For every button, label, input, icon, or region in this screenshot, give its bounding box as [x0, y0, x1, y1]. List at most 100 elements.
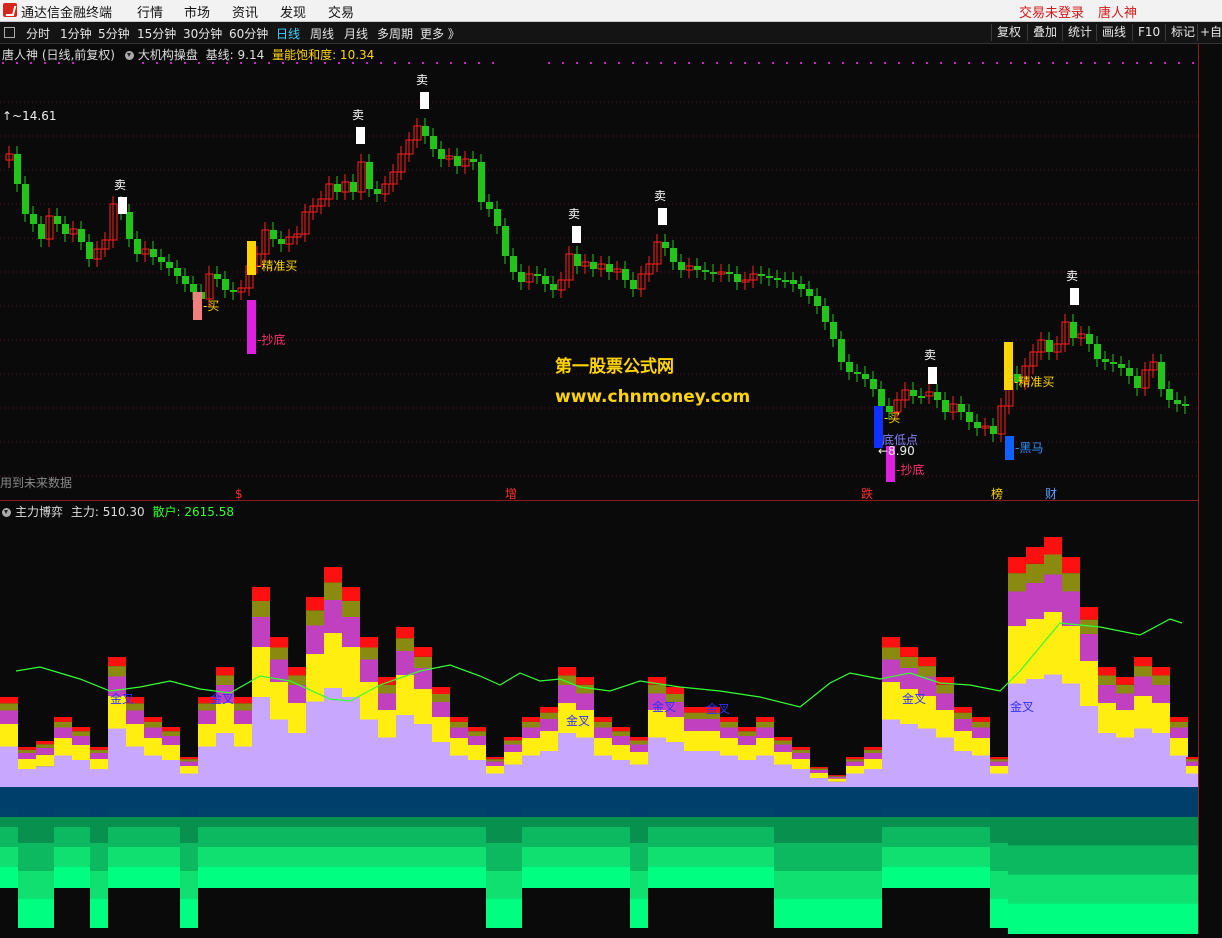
period-30min[interactable]: 30分钟 — [183, 25, 222, 42]
main-force-bar — [234, 724, 252, 747]
dropdown-circle-icon[interactable] — [2, 508, 11, 517]
event-marker: 跌 — [861, 486, 873, 500]
sell-signal-bar — [1070, 288, 1079, 305]
main-force-bar — [954, 719, 972, 731]
main-force-bar — [1152, 733, 1170, 787]
dropdown-circle-icon[interactable] — [124, 51, 134, 60]
precise-buy-label: -精准买 — [1014, 375, 1054, 389]
main-force-bar — [18, 759, 36, 769]
overlay-button[interactable]: 叠加 — [1027, 24, 1062, 41]
main-force-bar — [414, 668, 432, 689]
candle-body — [806, 289, 813, 296]
main-force-bar — [576, 737, 594, 787]
window-icon[interactable] — [4, 27, 15, 38]
main-force-bar — [846, 766, 864, 774]
retail-bar — [918, 847, 936, 868]
retail-bar — [882, 867, 900, 888]
main-force-bar — [774, 752, 792, 765]
candle-body — [790, 280, 797, 284]
period-multi[interactable]: 多周期 — [377, 25, 413, 42]
main-force-bar — [738, 731, 756, 736]
main-force-bar — [504, 737, 522, 741]
main-force-bar — [54, 755, 72, 787]
main-force-bar — [378, 737, 396, 787]
main-force-bar — [1116, 693, 1134, 710]
retail-bar — [738, 847, 756, 868]
top-dot — [954, 62, 956, 64]
candle-body — [486, 202, 493, 209]
retail-bar — [522, 847, 540, 868]
candle-body — [870, 379, 877, 389]
retail-bar — [774, 899, 792, 928]
period-1min[interactable]: 1分钟 — [60, 25, 92, 42]
main-force-bar — [0, 724, 18, 747]
candle-body — [550, 284, 557, 290]
menu-item-discover[interactable]: 发现 — [280, 2, 306, 21]
menu-bar: 通达信金融终端 行情 市场 资讯 发现 交易 交易未登录 唐人神 — [0, 0, 1222, 22]
logo-icon — [3, 3, 17, 17]
indicator-name[interactable]: 大机构操盘 — [138, 48, 198, 62]
main-force-bar — [306, 654, 324, 702]
trade-login-status[interactable]: 交易未登录 — [1019, 2, 1084, 21]
main-force-bar — [72, 736, 90, 745]
main-force-bar — [810, 767, 828, 769]
main-force-bar — [540, 712, 558, 719]
main-force-bar — [1152, 685, 1170, 703]
main-force-bar — [1044, 574, 1062, 612]
main-force-bar — [144, 727, 162, 738]
main-force-bar — [1008, 557, 1026, 574]
f10-button[interactable]: F10 — [1132, 24, 1165, 41]
main-force-bar — [900, 647, 918, 657]
restore-rights-button[interactable]: 复权 — [991, 24, 1026, 41]
sub-indicator-name[interactable]: 主力博弈 — [15, 505, 63, 519]
main-force-canvas[interactable]: 金叉 金叉金叉金叉 金叉金叉金叉 — [0, 501, 1204, 934]
mark-button[interactable]: 标记 — [1165, 24, 1200, 41]
top-dot — [968, 62, 970, 64]
candle-body — [150, 249, 157, 257]
user-name[interactable]: 唐人神 — [1098, 2, 1137, 21]
period-more[interactable]: 更多 》 — [420, 25, 460, 42]
top-dot — [436, 62, 438, 64]
retail-bar — [1134, 874, 1152, 905]
menu-item-trade[interactable]: 交易 — [328, 2, 354, 21]
period-15min[interactable]: 15分钟 — [137, 25, 176, 42]
candle-body — [702, 270, 709, 272]
main-force-bar — [954, 731, 972, 751]
candle-body — [478, 162, 485, 202]
candlestick-chart[interactable]: 卖卖卖卖卖卖卖 -买 -精准买 -抄底 -买 底低点 -抄底 -精准买 -黑马 ↑~14.61 ←8… — [0, 44, 1198, 501]
period-weekly[interactable]: 周线 — [310, 25, 334, 42]
custom-button[interactable]: +自 — [1197, 24, 1222, 41]
main-force-bar — [684, 707, 702, 713]
retail-bar — [306, 867, 324, 888]
main-force-bar — [54, 727, 72, 738]
main-force-bar — [72, 727, 90, 732]
main-force-bar — [504, 740, 522, 745]
menu-item-market[interactable]: 市场 — [184, 2, 210, 21]
retail-bar — [0, 827, 18, 848]
retail-bar — [1026, 816, 1044, 847]
main-force-bar — [1152, 667, 1170, 676]
period-60min[interactable]: 60分钟 — [229, 25, 268, 42]
menu-item-news[interactable]: 资讯 — [232, 2, 258, 21]
retail-bar — [36, 899, 54, 928]
period-daily[interactable]: 日线 — [276, 25, 300, 42]
period-intraday[interactable]: 分时 — [26, 25, 50, 42]
main-force-bar — [234, 710, 252, 724]
retail-bar — [1008, 903, 1026, 934]
main-force-bar — [270, 682, 288, 720]
retail-bar — [18, 871, 36, 900]
stats-button[interactable]: 统计 — [1062, 24, 1097, 41]
top-dot — [464, 62, 466, 64]
main-force-bar — [450, 717, 468, 722]
draw-line-button[interactable]: 画线 — [1096, 24, 1131, 41]
candlestick-canvas[interactable]: 卖卖卖卖卖卖卖-买-精准买-抄底-买底低点-抄底-精准买-黑马↑~14.61←8… — [0, 44, 1198, 501]
main-force-bar — [198, 746, 216, 787]
period-5min[interactable]: 5分钟 — [98, 25, 130, 42]
main-force-chart[interactable]: 金叉 金叉 金叉 金叉 金叉 金叉 金叉 主力博弈 主力: 510.30 散户: 2615.… — [0, 501, 1204, 934]
retail-bar — [1170, 845, 1188, 876]
main-force-bar — [216, 733, 234, 787]
period-monthly[interactable]: 月线 — [344, 25, 368, 42]
menu-item-market-quotes[interactable]: 行情 — [137, 2, 163, 21]
main-force-bar — [684, 712, 702, 719]
candle-body — [934, 392, 941, 400]
